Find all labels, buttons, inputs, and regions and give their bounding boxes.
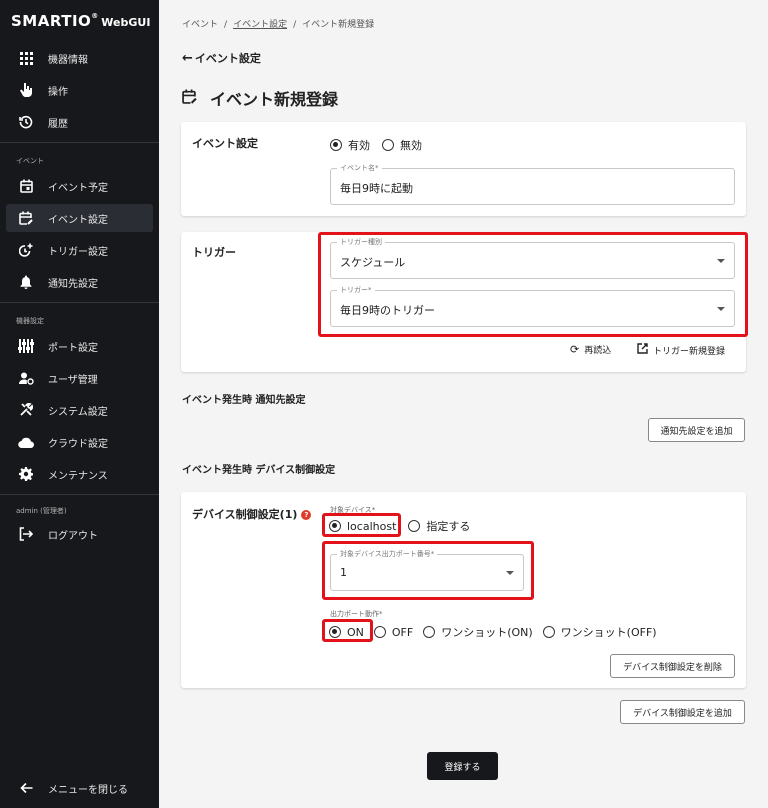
breadcrumb: イベント / イベント設定 / イベント新規登録 — [182, 20, 375, 30]
highlight-box — [318, 232, 748, 337]
action-oneshot-on-radio[interactable]: ワンショット(ON) — [423, 624, 533, 640]
radio-unchecked-icon — [382, 139, 394, 151]
sidebar-item-label: メンテナンス — [48, 470, 108, 482]
action-oneshot-off-radio[interactable]: ワンショット(OFF) — [542, 624, 657, 640]
radio-unchecked-icon — [542, 626, 555, 638]
tools-icon — [18, 402, 34, 418]
sidebar-item-event-schedule[interactable]: イベント予定 — [6, 172, 153, 200]
sidebar-item-operation[interactable]: 操作 — [6, 76, 153, 104]
device-control-label: デバイス制御設定(1)? — [192, 506, 312, 522]
notify-section-heading: イベント発生時 通知先設定 — [182, 395, 306, 406]
gear-icon — [18, 466, 34, 482]
arrow-left-icon — [18, 780, 34, 796]
device-section-heading: イベント発生時 デバイス制御設定 — [182, 465, 336, 476]
radio-checked-icon — [330, 139, 342, 151]
help-icon[interactable]: ? — [301, 510, 312, 520]
sidebar-item-event-settings[interactable]: イベント設定 — [6, 204, 153, 232]
sidebar-section-event: イベント — [16, 157, 44, 165]
radio-unchecked-icon — [408, 520, 421, 532]
user-gear-icon — [18, 370, 34, 386]
app-logo: SMARTIO® WebGUI — [11, 12, 151, 30]
delete-device-control-button[interactable]: デバイス制御設定を削除 — [610, 654, 735, 678]
sidebar-item-label: イベント予定 — [48, 182, 108, 194]
highlight-box — [322, 541, 534, 600]
output-action-radio-group: ON OFF ワンショット(ON) ワンショット(OFF) — [329, 624, 669, 640]
page-title: イベント新規登録 — [182, 86, 338, 110]
pointer-icon — [18, 82, 34, 98]
breadcrumb-parent-link[interactable]: イベント設定 — [233, 20, 287, 30]
open-external-icon — [637, 343, 648, 357]
close-menu-button[interactable]: メニューを閉じる — [6, 774, 153, 802]
sidebar-item-label: ログアウト — [48, 530, 98, 542]
page-title-text: イベント新規登録 — [210, 90, 339, 109]
disabled-radio[interactable]: 無効 — [382, 137, 422, 153]
action-off-radio[interactable]: OFF — [373, 624, 413, 640]
sidebar-item-label: ポート設定 — [48, 342, 98, 354]
add-notification-button[interactable]: 通知先設定を追加 — [648, 418, 745, 442]
sidebar-item-label: トリガー設定 — [48, 246, 108, 258]
sidebar-item-label: 機器情報 — [48, 54, 88, 66]
breadcrumb-root: イベント — [182, 20, 219, 30]
sidebar-item-device-info[interactable]: 機器情報 — [6, 44, 153, 72]
calendar-icon — [18, 178, 34, 194]
sidebar-item-history[interactable]: 履歴 — [6, 108, 153, 136]
logout-icon — [18, 526, 34, 542]
sidebar-item-label: 操作 — [48, 86, 68, 98]
event-name-value: 毎日9時に起動 — [340, 182, 413, 195]
sliders-icon — [18, 338, 34, 354]
sidebar-section-device: 機器設定 — [16, 317, 44, 325]
sidebar: SMARTIO® WebGUI 機器情報 操作 履歴 イベント イベント予定 イベ… — [0, 0, 159, 808]
breadcrumb-current: イベント新規登録 — [302, 20, 375, 30]
back-link[interactable]: ← イベント設定 — [182, 50, 261, 66]
calendar-edit-icon — [182, 89, 200, 108]
sidebar-divider — [0, 142, 159, 143]
radio-unchecked-icon — [423, 626, 436, 638]
sidebar-item-label: クラウド設定 — [48, 438, 108, 450]
sidebar-item-port-settings[interactable]: ポート設定 — [6, 332, 153, 360]
highlight-box — [322, 513, 401, 537]
sidebar-section-user: admin (管理者) — [16, 507, 67, 515]
submit-button[interactable]: 登録する — [427, 752, 498, 780]
sidebar-item-trigger-settings[interactable]: トリガー設定 — [6, 236, 153, 264]
highlight-box — [322, 619, 373, 642]
reload-button[interactable]: ⟳ 再読込 — [570, 343, 611, 356]
timer-plus-icon — [18, 242, 34, 258]
bell-icon — [18, 274, 34, 290]
specify-device-radio[interactable]: 指定する — [408, 518, 470, 534]
event-name-field[interactable]: イベント名* 毎日9時に起動 — [330, 163, 735, 205]
sidebar-item-notification-settings[interactable]: 通知先設定 — [6, 268, 153, 296]
event-name-label: イベント名* — [337, 163, 382, 173]
back-link-label: イベント設定 — [194, 52, 261, 65]
cloud-icon — [18, 434, 34, 450]
sidebar-divider — [0, 302, 159, 303]
sidebar-item-label: システム設定 — [48, 406, 108, 418]
close-menu-label: メニューを閉じる — [48, 784, 128, 796]
enabled-radio-group: 有効 無効 — [330, 137, 434, 153]
grid-icon — [18, 50, 34, 66]
sidebar-divider — [0, 494, 159, 495]
sidebar-item-system-settings[interactable]: システム設定 — [6, 396, 153, 424]
refresh-icon: ⟳ — [570, 343, 580, 356]
radio-unchecked-icon — [373, 626, 386, 638]
event-settings-label: イベント設定 — [192, 137, 258, 150]
trigger-label: トリガー — [192, 246, 236, 259]
sidebar-item-cloud-settings[interactable]: クラウド設定 — [6, 428, 153, 456]
sidebar-item-label: 通知先設定 — [48, 278, 98, 290]
output-action-label: 出力ポート動作* — [330, 610, 383, 618]
arrow-left-icon: ← — [182, 50, 193, 66]
add-device-control-button[interactable]: デバイス制御設定を追加 — [620, 700, 745, 724]
calendar-edit-icon — [18, 210, 34, 226]
sidebar-item-maintenance[interactable]: メンテナンス — [6, 460, 153, 488]
new-trigger-button[interactable]: トリガー新規登録 — [637, 343, 725, 357]
event-settings-card: イベント設定 有効 無効 イベント名* 毎日9時に起動 — [181, 122, 746, 216]
enabled-radio[interactable]: 有効 — [330, 137, 370, 153]
sidebar-item-user-management[interactable]: ユーザ管理 — [6, 364, 153, 392]
sidebar-item-logout[interactable]: ログアウト — [6, 520, 153, 548]
history-icon — [18, 114, 34, 130]
sidebar-item-label: ユーザ管理 — [48, 374, 98, 386]
sidebar-item-label: イベント設定 — [48, 214, 108, 226]
main-content: イベント / イベント設定 / イベント新規登録 ← イベント設定 イベント新規登録 イ… — [159, 0, 768, 808]
sidebar-item-label: 履歴 — [48, 118, 68, 130]
